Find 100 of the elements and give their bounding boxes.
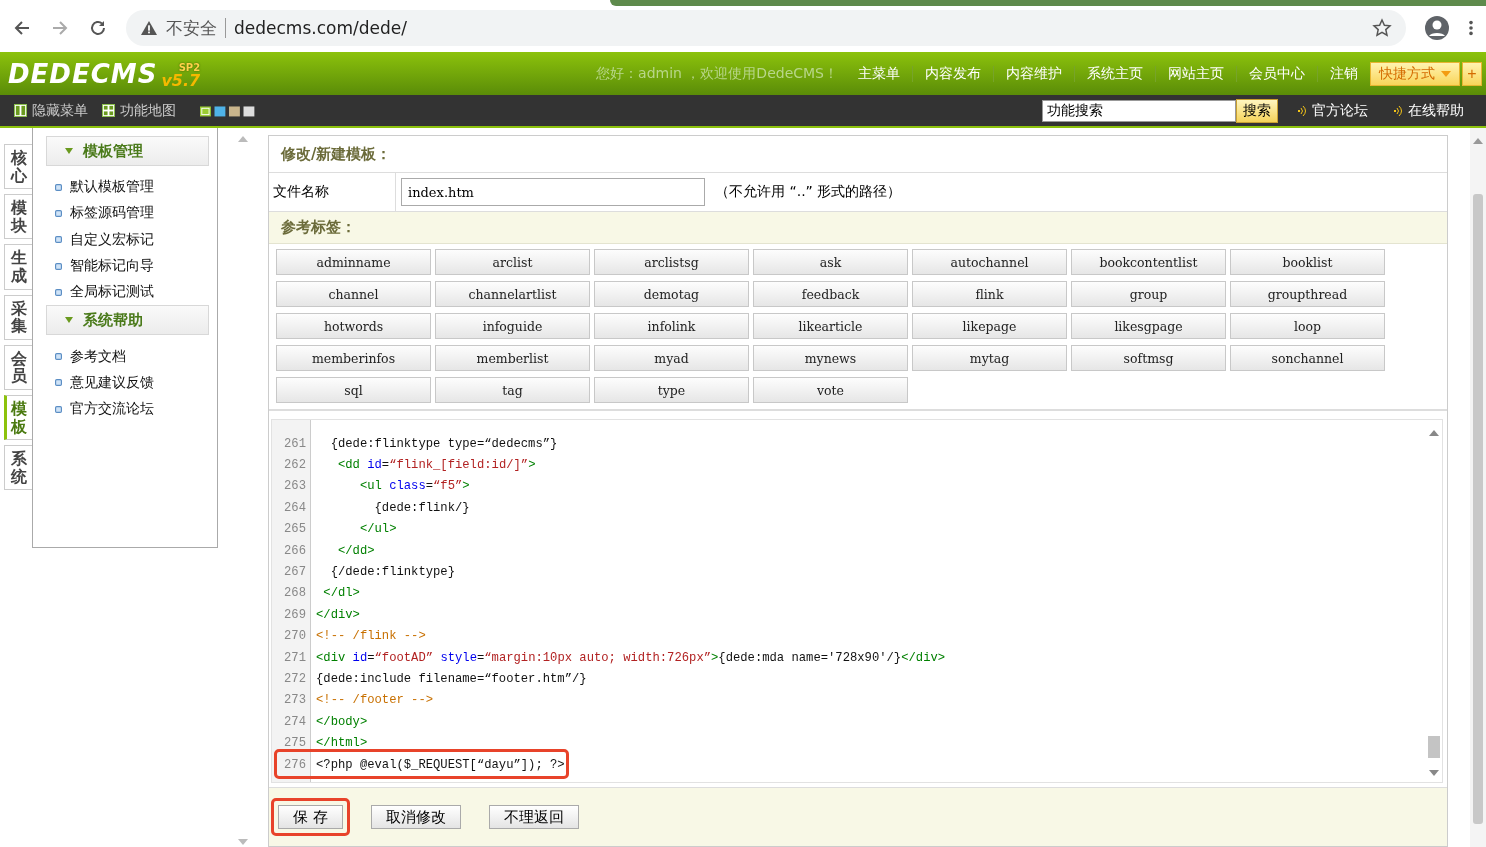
tag-button[interactable]: booklist bbox=[1230, 249, 1385, 275]
menu-group-header[interactable]: 系统帮助 bbox=[46, 305, 209, 336]
tag-button[interactable]: mynews bbox=[753, 345, 908, 371]
side-tab[interactable]: 会员 bbox=[4, 344, 32, 390]
line-number: 261 bbox=[283, 436, 306, 451]
code-line: <!-- /footer --> bbox=[316, 693, 434, 708]
star-icon[interactable] bbox=[1372, 18, 1392, 38]
tag-button[interactable]: feedback bbox=[753, 281, 908, 307]
tag-button[interactable]: adminname bbox=[276, 249, 431, 275]
tag-button[interactable]: likesgpage bbox=[1071, 313, 1226, 339]
tag-button[interactable]: infoguide bbox=[435, 313, 590, 339]
bullet-icon bbox=[55, 379, 62, 387]
tag-button[interactable]: sql bbox=[276, 377, 431, 403]
tag-button[interactable]: arclist bbox=[435, 249, 590, 275]
bullet-icon bbox=[55, 236, 62, 244]
tag-button[interactable]: infolink bbox=[594, 313, 749, 339]
menu-item[interactable]: 意见建议反馈 bbox=[33, 369, 217, 397]
tag-button[interactable]: loop bbox=[1230, 313, 1385, 339]
tag-button[interactable]: tag bbox=[435, 377, 590, 403]
code-line: <dd id=“flink_[field:id/]”> bbox=[336, 458, 536, 473]
search-field[interactable]: 功能搜索 bbox=[1042, 99, 1236, 122]
code-editor[interactable] bbox=[271, 419, 1443, 783]
menu-group-header[interactable]: 模板管理 bbox=[46, 136, 209, 166]
menu-item[interactable]: 智能标记向导 bbox=[33, 252, 217, 280]
panel-icon bbox=[14, 104, 27, 117]
caret-icon bbox=[65, 148, 73, 154]
cancel-button[interactable]: 取消修改 bbox=[370, 805, 461, 829]
menu-item[interactable]: 自定义宏标记 bbox=[33, 226, 217, 253]
menu-item[interactable]: 官方交流论坛 bbox=[33, 396, 217, 423]
line-number: 268 bbox=[283, 586, 306, 601]
side-tab[interactable]: 采集 bbox=[4, 294, 32, 340]
code-line: </body> bbox=[316, 714, 368, 729]
tag-button[interactable]: mytag bbox=[912, 345, 1067, 371]
caret-icon bbox=[1441, 70, 1451, 77]
tag-button[interactable]: vote bbox=[753, 377, 908, 403]
menu-item[interactable]: 全局标记测试 bbox=[33, 279, 217, 306]
more-menu-icon[interactable] bbox=[1468, 19, 1474, 37]
line-number: 273 bbox=[283, 693, 306, 708]
bullet-icon bbox=[55, 183, 62, 191]
save-button[interactable]: 保 存 bbox=[278, 805, 343, 829]
tag-button[interactable]: likepage bbox=[912, 313, 1067, 339]
tag-button[interactable]: hotwords bbox=[276, 313, 431, 339]
code-line: </dl> bbox=[322, 586, 360, 601]
tag-button[interactable]: flink bbox=[912, 281, 1067, 307]
tag-button[interactable]: demotag bbox=[594, 281, 749, 307]
feature-map-link[interactable]: 功能地图 bbox=[102, 101, 176, 120]
tag-button[interactable]: myad bbox=[594, 345, 749, 371]
tag-button[interactable]: memberinfos bbox=[276, 345, 431, 371]
field-label: 文件名称 bbox=[269, 173, 396, 211]
help-link[interactable]: 在线帮助 bbox=[1394, 101, 1464, 120]
line-number: 269 bbox=[283, 607, 306, 622]
tag-button[interactable]: channel bbox=[276, 281, 431, 307]
line-number: 263 bbox=[283, 479, 306, 494]
scroll-up-icon[interactable] bbox=[1428, 430, 1439, 436]
hint-text: （不允许用 “..” 形式的路径） bbox=[715, 183, 902, 201]
side-tab[interactable]: 模板 bbox=[4, 394, 32, 441]
address-bar[interactable]: 不安全 dedecms.com/dede/ bbox=[126, 10, 1406, 46]
side-tab[interactable]: 生成 bbox=[4, 244, 32, 290]
menu-item[interactable]: 参考文档 bbox=[33, 343, 217, 370]
tag-button[interactable]: group bbox=[1071, 281, 1226, 307]
bullet-icon bbox=[55, 209, 62, 217]
reload-icon[interactable] bbox=[88, 18, 108, 38]
tag-button[interactable]: type bbox=[594, 377, 749, 403]
edition-label: SP2 bbox=[178, 62, 201, 73]
tag-button[interactable]: channelartlist bbox=[435, 281, 590, 307]
code-line: {dede:include filename=“footer.htm”/} bbox=[316, 672, 587, 686]
back-button[interactable]: 不理返回 bbox=[488, 805, 579, 829]
tag-button[interactable]: softmsg bbox=[1071, 345, 1226, 371]
side-tab[interactable]: 系统 bbox=[4, 445, 32, 491]
forum-link[interactable]: 官方论坛 bbox=[1298, 101, 1368, 120]
code-line: {dede:flinktype type=“dedecms”} bbox=[329, 436, 558, 451]
code-line: </div> bbox=[316, 607, 360, 622]
tag-button[interactable]: groupthread bbox=[1230, 281, 1385, 307]
tag-button[interactable]: bookcontentlist bbox=[1071, 249, 1226, 275]
tag-button[interactable]: arclistsg bbox=[594, 249, 749, 275]
hide-menu-link[interactable]: 隐藏菜单 bbox=[14, 101, 88, 120]
menu-item[interactable]: 标签源码管理 bbox=[33, 200, 217, 227]
code-line: {dede:flink/} bbox=[373, 500, 470, 515]
search-button[interactable]: 搜索 bbox=[1236, 98, 1278, 123]
menu-item[interactable]: 默认模板管理 bbox=[33, 174, 217, 201]
caret-icon bbox=[65, 317, 73, 324]
tag-button[interactable]: ask bbox=[753, 249, 908, 275]
tag-button[interactable]: memberlist bbox=[435, 345, 590, 371]
bullet-icon bbox=[55, 353, 62, 361]
tag-button[interactable]: sonchannel bbox=[1230, 345, 1385, 371]
tag-button[interactable]: autochannel bbox=[912, 249, 1067, 275]
code-line: <ul class=“f5”> bbox=[358, 479, 470, 494]
scroll-down-icon[interactable] bbox=[1428, 770, 1439, 776]
scroll-up-icon[interactable] bbox=[238, 136, 248, 142]
bullet-icon bbox=[55, 262, 62, 270]
side-tab[interactable]: 核心 bbox=[4, 144, 32, 190]
scroll-up-icon[interactable] bbox=[1473, 138, 1483, 144]
side-tab[interactable]: 模块 bbox=[4, 194, 32, 240]
bullet-icon bbox=[55, 288, 62, 296]
tag-button[interactable]: likearticle bbox=[753, 313, 908, 339]
profile-icon[interactable] bbox=[1424, 15, 1450, 41]
line-number: 271 bbox=[283, 650, 306, 665]
welcome-text: 您好：admin ，欢迎使用DedeCMS！ bbox=[596, 64, 838, 83]
filename-field[interactable]: index.htm bbox=[401, 178, 705, 206]
scroll-down-icon[interactable] bbox=[238, 839, 248, 845]
